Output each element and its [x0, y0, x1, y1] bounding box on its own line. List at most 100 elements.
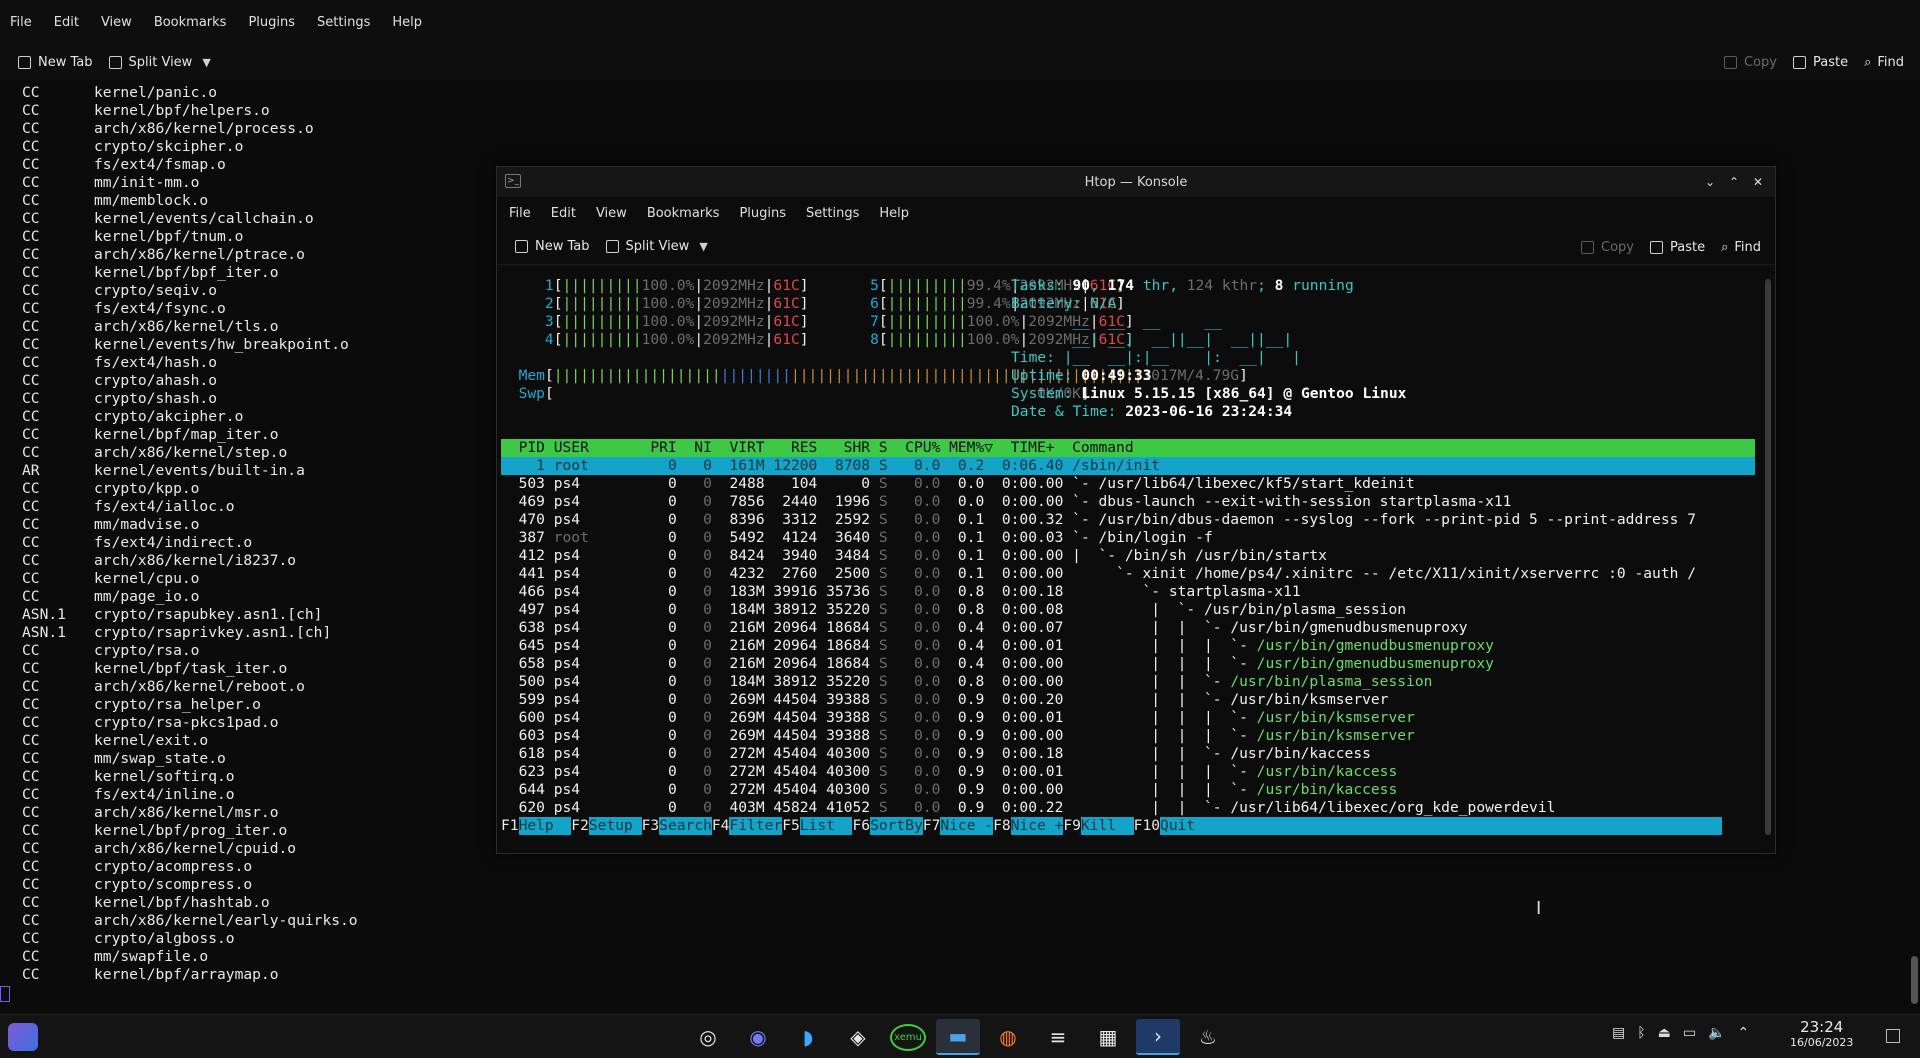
usb-icon[interactable]: ⏏ [1658, 1025, 1671, 1041]
menu-plugins[interactable]: Plugins [739, 206, 786, 221]
process-row[interactable]: 600 ps4 0 0 269M 44504 39388 S 0.0 0.9 0… [501, 709, 1755, 727]
menu-bookmarks[interactable]: Bookmarks [154, 15, 227, 30]
fkey-f8[interactable]: F8 [993, 817, 1011, 835]
mixer-task-button[interactable]: ≡ [1036, 1019, 1080, 1055]
htop-meter-line: Date & Time: 2023-06-16 23:24:34 [501, 403, 1755, 421]
process-row[interactable]: 497 ps4 0 0 184M 38912 35220 S 0.0 0.8 0… [501, 601, 1755, 619]
scrollbar-thumb[interactable] [1765, 279, 1771, 835]
process-row[interactable]: 638 ps4 0 0 216M 20964 18684 S 0.0 0.4 0… [501, 619, 1755, 637]
process-row[interactable]: 618 ps4 0 0 272M 45404 40300 S 0.0 0.9 0… [501, 745, 1755, 763]
process-row[interactable]: 503 ps4 0 0 2488 104 0 S 0.0 0.0 0:00.00… [501, 475, 1755, 493]
fkey-f9[interactable]: F9 [1063, 817, 1081, 835]
process-shr: 40300 [826, 745, 879, 762]
process-virt: 216M [720, 655, 774, 672]
fkey-f7[interactable]: F7 [923, 817, 941, 835]
fkey-f3[interactable]: F3 [642, 817, 660, 835]
system-monitor-task-button[interactable]: ▦ [1086, 1019, 1130, 1055]
discord-task-button[interactable]: ◉ [736, 1019, 780, 1055]
process-row[interactable]: 470 ps4 0 0 8396 3312 2592 S 0.0 0.1 0:0… [501, 511, 1755, 529]
terminal-scrollbar[interactable] [1910, 84, 1918, 1004]
htop-text: ] [799, 277, 809, 294]
process-time: 0:00.03 [1001, 529, 1073, 546]
build-step: CC [22, 372, 40, 389]
scrollbar-thumb[interactable] [1911, 956, 1918, 1004]
menu-settings[interactable]: Settings [317, 15, 370, 30]
htop-meter-line: 1[|||||||||100.0%|2092MHz|61C] 5[|||||||… [501, 277, 1755, 295]
htop-text: | [694, 277, 704, 294]
find-button[interactable]: ⌕ Find [1856, 48, 1912, 76]
menu-help[interactable]: Help [392, 15, 422, 30]
fkey-f2[interactable]: F2 [571, 817, 589, 835]
build-step: CC [22, 354, 40, 371]
split-view-button[interactable]: Split View ▼ [101, 48, 219, 76]
htop-konsole-window[interactable]: >_ Htop — Konsole ⌄ ⌃ ✕ File Edit View Book… [496, 166, 1776, 854]
file-manager-task-button[interactable]: ▬ [936, 1019, 980, 1055]
process-row[interactable]: 645 ps4 0 0 216M 20964 18684 S 0.0 0.4 0… [501, 637, 1755, 655]
konsole-task-button[interactable]: › [1136, 1019, 1180, 1055]
menu-view[interactable]: View [101, 15, 132, 30]
menu-file[interactable]: File [509, 206, 531, 221]
process-row[interactable]: 620 ps4 0 0 403M 45824 41052 S 0.0 0.9 0… [501, 799, 1755, 817]
split-view-button[interactable]: Split View ▼ [598, 233, 716, 261]
fkey-f6[interactable]: F6 [852, 817, 870, 835]
find-button[interactable]: ⌕ Find [1713, 233, 1769, 261]
cpu-number: 8 [826, 331, 879, 348]
process-row[interactable]: 599 ps4 0 0 269M 44504 39388 S 0.0 0.9 0… [501, 691, 1755, 709]
copy-button[interactable]: Copy [1573, 233, 1642, 261]
process-shr: 3484 [826, 547, 879, 564]
process-row[interactable]: 623 ps4 0 0 272M 45404 40300 S 0.0 0.9 0… [501, 763, 1755, 781]
htop-scrollbar[interactable] [1763, 279, 1771, 835]
menu-bookmarks[interactable]: Bookmarks [647, 206, 720, 221]
menu-edit[interactable]: Edit [54, 15, 79, 30]
new-tab-button[interactable]: New Tab [507, 233, 598, 261]
network-icon[interactable]: ▭ [1683, 1025, 1696, 1041]
fkey-f1[interactable]: F1 [501, 817, 519, 835]
paste-button[interactable]: Paste [1785, 48, 1856, 76]
flame-task-button[interactable]: ♨ [1186, 1019, 1230, 1055]
firefox-task-button[interactable]: ◍ [986, 1019, 1030, 1055]
volume-icon[interactable]: 🔈 [1708, 1025, 1725, 1041]
process-row[interactable]: 500 ps4 0 0 184M 38912 35220 S 0.0 0.8 0… [501, 673, 1755, 691]
xemu-task-button[interactable]: xemu [886, 1019, 930, 1055]
process-command: xinit /home/ps4/.xinitrc -- /etc/X11/xin… [1142, 565, 1696, 582]
process-row[interactable]: 658 ps4 0 0 216M 20964 18684 S 0.0 0.4 0… [501, 655, 1755, 673]
show-desktop-button[interactable] [1886, 1029, 1900, 1043]
maximize-icon[interactable]: ⌃ [1723, 171, 1745, 193]
process-tree: `- [1072, 475, 1099, 492]
menu-plugins[interactable]: Plugins [248, 15, 295, 30]
process-row[interactable]: 466 ps4 0 0 183M 39916 35736 S 0.0 0.8 0… [501, 583, 1755, 601]
window-titlebar[interactable]: >_ Htop — Konsole ⌄ ⌃ ✕ [497, 167, 1775, 197]
process-row[interactable]: 603 ps4 0 0 269M 44504 39388 S 0.0 0.9 0… [501, 727, 1755, 745]
process-pid: 441 [501, 565, 554, 582]
process-row[interactable]: 644 ps4 0 0 272M 45404 40300 S 0.0 0.9 0… [501, 781, 1755, 799]
menu-view[interactable]: View [596, 206, 627, 221]
clock[interactable]: 23:24 16/06/2023 [1790, 1018, 1853, 1049]
process-row[interactable]: 1 root 0 0 161M 12200 8708 S 0.0 0.2 0:0… [501, 457, 1755, 475]
virtualbox-task-button[interactable]: ◈ [836, 1019, 880, 1055]
menu-edit[interactable]: Edit [551, 206, 576, 221]
process-virt: 8424 [720, 547, 774, 564]
process-row[interactable]: 387 root 0 0 5492 4124 3640 S 0.0 0.1 0:… [501, 529, 1755, 547]
menu-settings[interactable]: Settings [806, 206, 859, 221]
paste-button[interactable]: Paste [1642, 233, 1713, 261]
fkey-f10[interactable]: F10 [1134, 817, 1160, 835]
fkey-f5[interactable]: F5 [782, 817, 800, 835]
steam-task-button[interactable]: ◎ [686, 1019, 730, 1055]
process-row[interactable]: 412 ps4 0 0 8424 3940 3484 S 0.0 0.1 0:0… [501, 547, 1755, 565]
dolphin-emu-task-button[interactable]: ◗ [786, 1019, 830, 1055]
process-row[interactable]: 469 ps4 0 0 7856 2440 1996 S 0.0 0.0 0:0… [501, 493, 1755, 511]
tray-expand-icon[interactable]: ⌃ [1738, 1025, 1750, 1041]
app-launcher-button[interactable] [8, 1023, 38, 1051]
new-tab-button[interactable]: New Tab [10, 48, 101, 76]
minimize-icon[interactable]: ⌄ [1699, 171, 1721, 193]
fkey-f4[interactable]: F4 [712, 817, 730, 835]
menu-help[interactable]: Help [879, 206, 909, 221]
clipboard-icon[interactable]: ▤ [1612, 1025, 1625, 1041]
process-row[interactable]: 441 ps4 0 0 4232 2760 2500 S 0.0 0.1 0:0… [501, 565, 1755, 583]
close-icon[interactable]: ✕ [1747, 171, 1769, 193]
process-time: 0:00.07 [1001, 619, 1073, 636]
copy-button[interactable]: Copy [1716, 48, 1785, 76]
menu-file[interactable]: File [10, 15, 32, 30]
bluetooth-icon[interactable]: ᛒ [1637, 1025, 1645, 1041]
htop-screen[interactable]: 1[|||||||||100.0%|2092MHz|61C] 5[|||||||… [501, 277, 1755, 847]
